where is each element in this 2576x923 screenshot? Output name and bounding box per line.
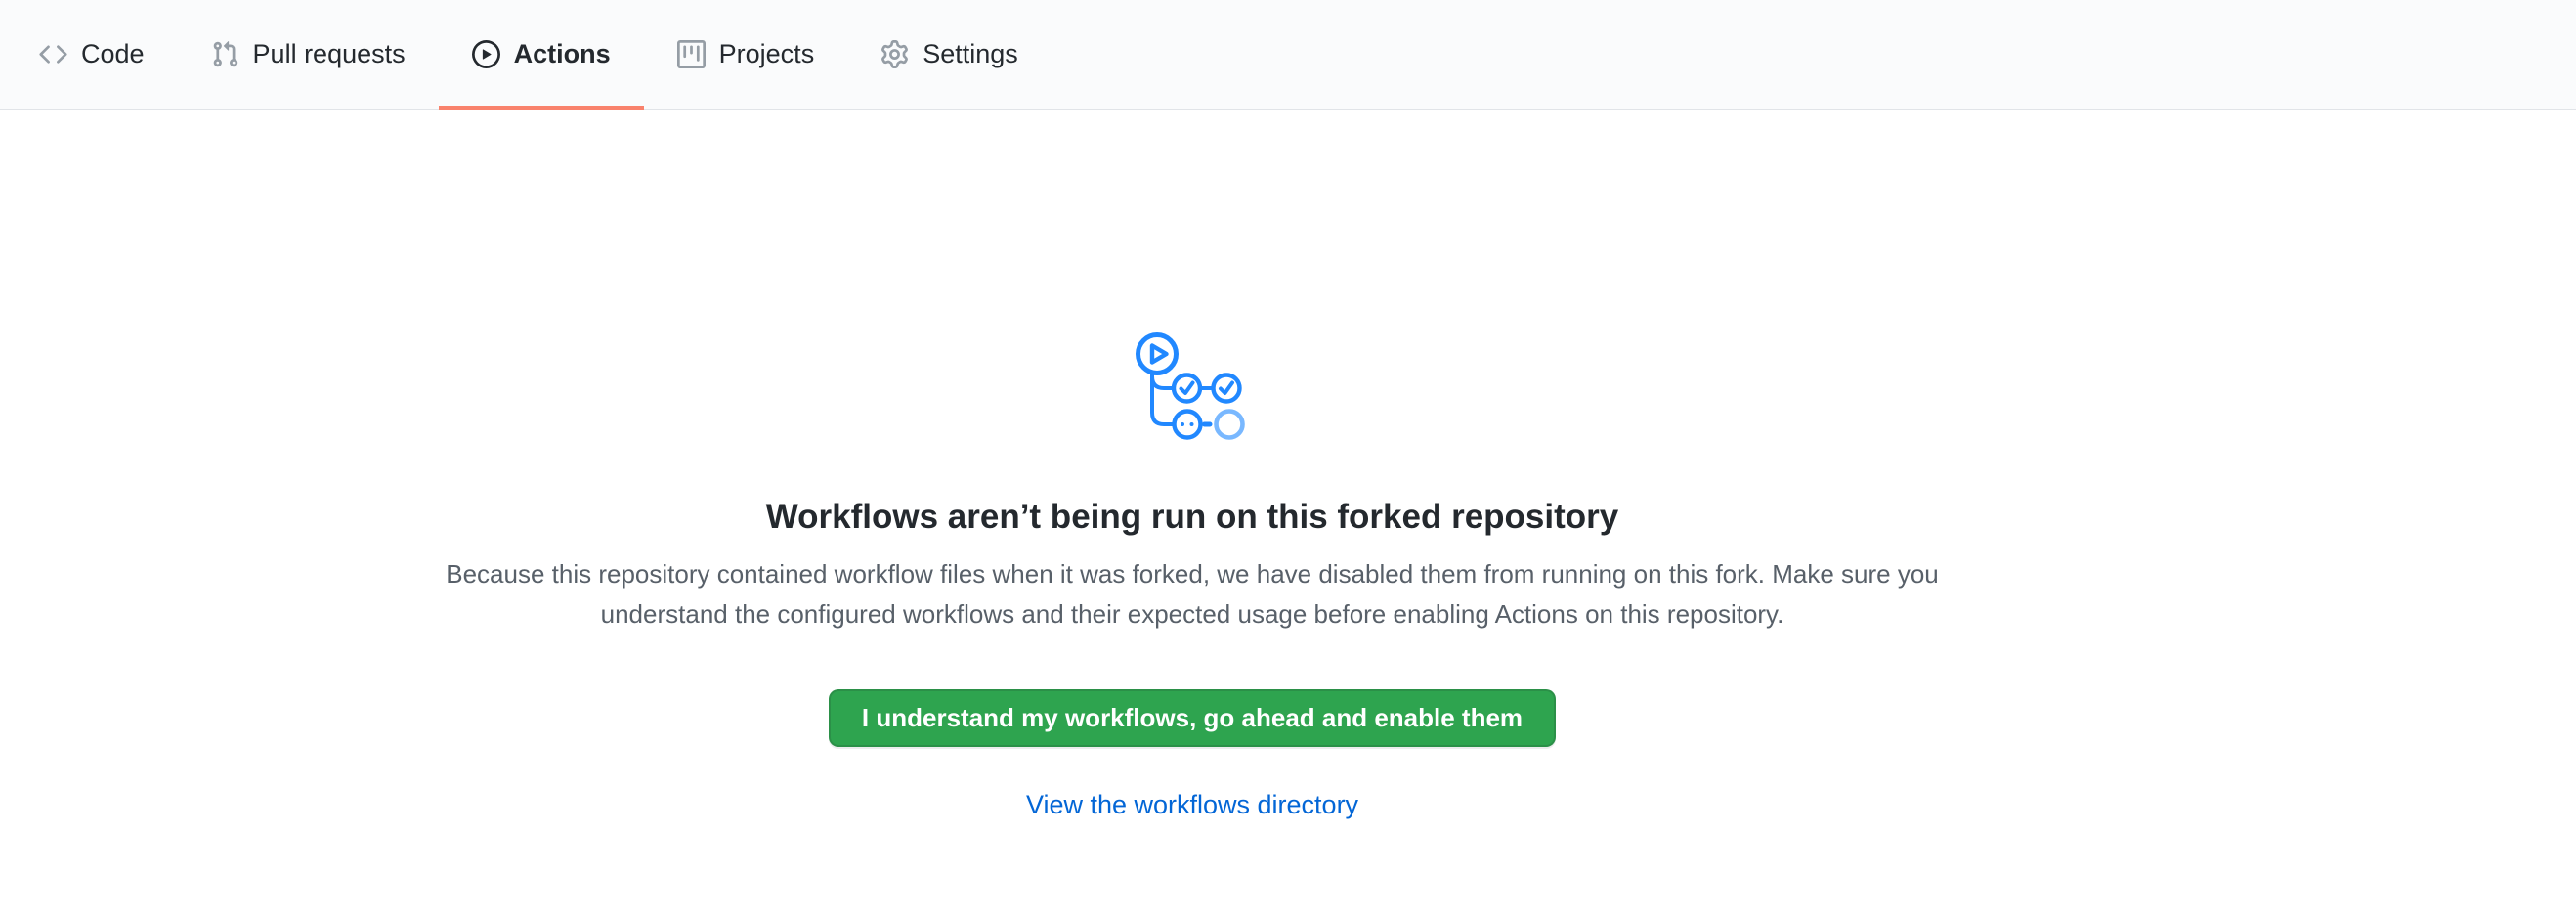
tab-actions-label: Actions [514,41,611,67]
tab-pull-requests[interactable]: Pull requests [178,0,439,109]
workflows-directory-link-row: View the workflows directory [0,790,2384,820]
code-icon [39,40,67,68]
play-icon [472,40,500,68]
tab-settings[interactable]: Settings [847,0,1052,109]
git-pull-request-icon [211,40,239,68]
project-icon [677,40,706,68]
actions-page-content: Workflows aren’t being run on this forke… [0,110,2384,820]
blankslate-description: Because this repository contained workfl… [396,554,1989,635]
blankslate-title: Workflows aren’t being run on this forke… [0,496,2384,539]
workflow-graph-icon [1132,329,1253,446]
tab-actions[interactable]: Actions [439,0,644,109]
enable-workflows-button[interactable]: I understand my workflows, go ahead and … [829,689,1556,747]
repo-tab-bar: Code Pull requests Actions Projects Sett… [0,0,2576,110]
tab-pull-requests-label: Pull requests [253,41,406,67]
workflows-disabled-blankslate: Workflows aren’t being run on this forke… [0,110,2384,820]
tab-settings-label: Settings [923,41,1018,67]
tab-code-label: Code [81,41,145,67]
gear-icon [880,40,909,68]
tab-projects-label: Projects [719,41,815,67]
tab-projects[interactable]: Projects [644,0,848,109]
view-workflows-directory-link[interactable]: View the workflows directory [1026,790,1358,819]
tab-code[interactable]: Code [6,0,178,109]
